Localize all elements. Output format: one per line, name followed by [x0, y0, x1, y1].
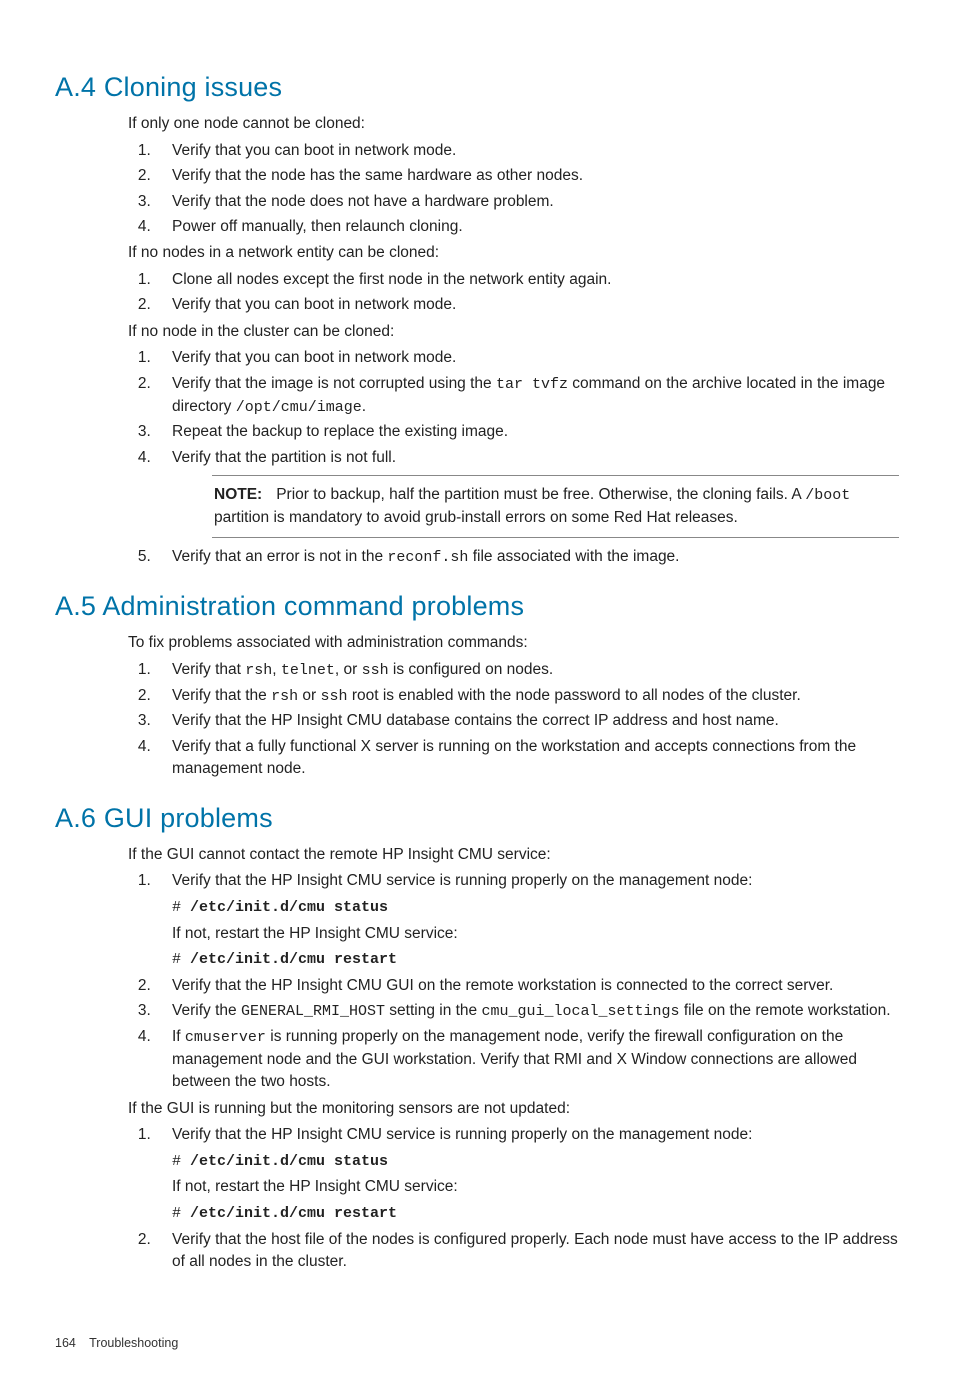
list-item: Verify that the HP Insight CMU service i…: [168, 870, 899, 970]
list-item: Verify that rsh, telnet, or ssh is confi…: [168, 659, 899, 682]
section-a4-body: If only one node cannot be cloned: Verif…: [128, 113, 899, 569]
code-inline: rsh: [245, 662, 272, 679]
list-item: Repeat the backup to replace the existin…: [168, 421, 899, 443]
section-a6-body: If the GUI cannot contact the remote HP …: [128, 844, 899, 1274]
command-line: # /etc/init.d/cmu restart: [172, 949, 899, 971]
text: Verify that the: [172, 687, 271, 704]
a6-list2: Verify that the HP Insight CMU service i…: [128, 1124, 899, 1273]
list-item: Verify that the image is not corrupted u…: [168, 373, 899, 419]
page-number: 164: [55, 1336, 76, 1350]
list-item: Verify that the partition is not full. N…: [168, 447, 899, 539]
text: If not, restart the HP Insight CMU servi…: [172, 923, 899, 945]
code-inline: ssh: [362, 662, 389, 679]
text: Verify that the partition is not full.: [172, 449, 396, 466]
code-inline: reconf.sh: [387, 549, 468, 566]
command-line: # /etc/init.d/cmu restart: [172, 1203, 899, 1225]
a6-p1: If the GUI cannot contact the remote HP …: [128, 844, 899, 866]
command-line: # /etc/init.d/cmu status: [172, 1151, 899, 1173]
code-inline: ssh: [321, 688, 348, 705]
a5-list: Verify that rsh, telnet, or ssh is confi…: [128, 659, 899, 781]
list-item: Power off manually, then relaunch clonin…: [168, 216, 899, 238]
text: , or: [335, 661, 362, 678]
text: setting in the: [385, 1002, 482, 1019]
text: file associated with the image.: [468, 548, 679, 565]
page-footer: 164 Troubleshooting: [55, 1334, 899, 1352]
text: or: [298, 687, 320, 704]
text: Verify that the HP Insight CMU service i…: [172, 872, 752, 889]
list-item: Verify that the node has the same hardwa…: [168, 165, 899, 187]
text: Verify the: [172, 1002, 241, 1019]
text: Verify that an error is not in the: [172, 548, 387, 565]
code-inline: rsh: [271, 688, 298, 705]
text: file on the remote workstation.: [680, 1002, 891, 1019]
code-inline: GENERAL_RMI_HOST: [241, 1003, 385, 1020]
list-item: Verify that you can boot in network mode…: [168, 294, 899, 316]
section-a5-heading: A.5 Administration command problems: [55, 587, 899, 626]
footer-title: Troubleshooting: [89, 1336, 178, 1350]
list-item: Verify that an error is not in the recon…: [168, 546, 899, 569]
note-box: NOTE: Prior to backup, half the partition…: [212, 475, 899, 538]
text: is running properly on the management no…: [172, 1028, 857, 1090]
text: Verify that the HP Insight CMU service i…: [172, 1126, 752, 1143]
list-item: Verify that the node does not have a har…: [168, 191, 899, 213]
a4-list1: Verify that you can boot in network mode…: [128, 140, 899, 239]
text: Verify that: [172, 661, 245, 678]
list-item: Verify that the HP Insight CMU GUI on th…: [168, 975, 899, 997]
list-item: Clone all nodes except the first node in…: [168, 269, 899, 291]
code-inline: cmu_gui_local_settings: [481, 1003, 679, 1020]
text: is configured on nodes.: [389, 661, 554, 678]
note-label: NOTE:: [214, 486, 262, 503]
list-item: Verify that the HP Insight CMU service i…: [168, 1124, 899, 1224]
list-item: Verify that you can boot in network mode…: [168, 140, 899, 162]
code-inline: tar tvfz: [496, 376, 568, 393]
code-inline: cmuserver: [185, 1029, 266, 1046]
a5-p1: To fix problems associated with administ…: [128, 632, 899, 654]
section-a5-body: To fix problems associated with administ…: [128, 632, 899, 780]
list-item: Verify that the HP Insight CMU database …: [168, 710, 899, 732]
list-item: Verify that a fully functional X server …: [168, 736, 899, 781]
code-inline: telnet: [281, 662, 335, 679]
list-item: Verify that the host file of the nodes i…: [168, 1229, 899, 1274]
a4-list2: Clone all nodes except the first node in…: [128, 269, 899, 317]
list-item: Verify that the rsh or ssh root is enabl…: [168, 685, 899, 708]
note-text: Prior to backup, half the partition must…: [276, 486, 805, 503]
text: root is enabled with the node password t…: [348, 687, 801, 704]
text: If not, restart the HP Insight CMU servi…: [172, 1176, 899, 1198]
a6-p2: If the GUI is running but the monitoring…: [128, 1098, 899, 1120]
list-item: Verify the GENERAL_RMI_HOST setting in t…: [168, 1000, 899, 1023]
command-line: # /etc/init.d/cmu status: [172, 897, 899, 919]
code-inline: /opt/cmu/image: [236, 399, 362, 416]
list-item: Verify that you can boot in network mode…: [168, 347, 899, 369]
text: .: [362, 398, 366, 415]
list-item: If cmuserver is running properly on the …: [168, 1026, 899, 1094]
section-a6-heading: A.6 GUI problems: [55, 799, 899, 838]
a4-p3: If no node in the cluster can be cloned:: [128, 321, 899, 343]
code-inline: /boot: [805, 487, 850, 504]
text: Verify that the image is not corrupted u…: [172, 375, 496, 392]
text: If: [172, 1028, 185, 1045]
a4-list3: Verify that you can boot in network mode…: [128, 347, 899, 569]
note-text: partition is mandatory to avoid grub-ins…: [214, 509, 738, 526]
a4-p2: If no nodes in a network entity can be c…: [128, 242, 899, 264]
a4-p1: If only one node cannot be cloned:: [128, 113, 899, 135]
section-a4-heading: A.4 Cloning issues: [55, 68, 899, 107]
a6-list1: Verify that the HP Insight CMU service i…: [128, 870, 899, 1093]
text: ,: [272, 661, 281, 678]
